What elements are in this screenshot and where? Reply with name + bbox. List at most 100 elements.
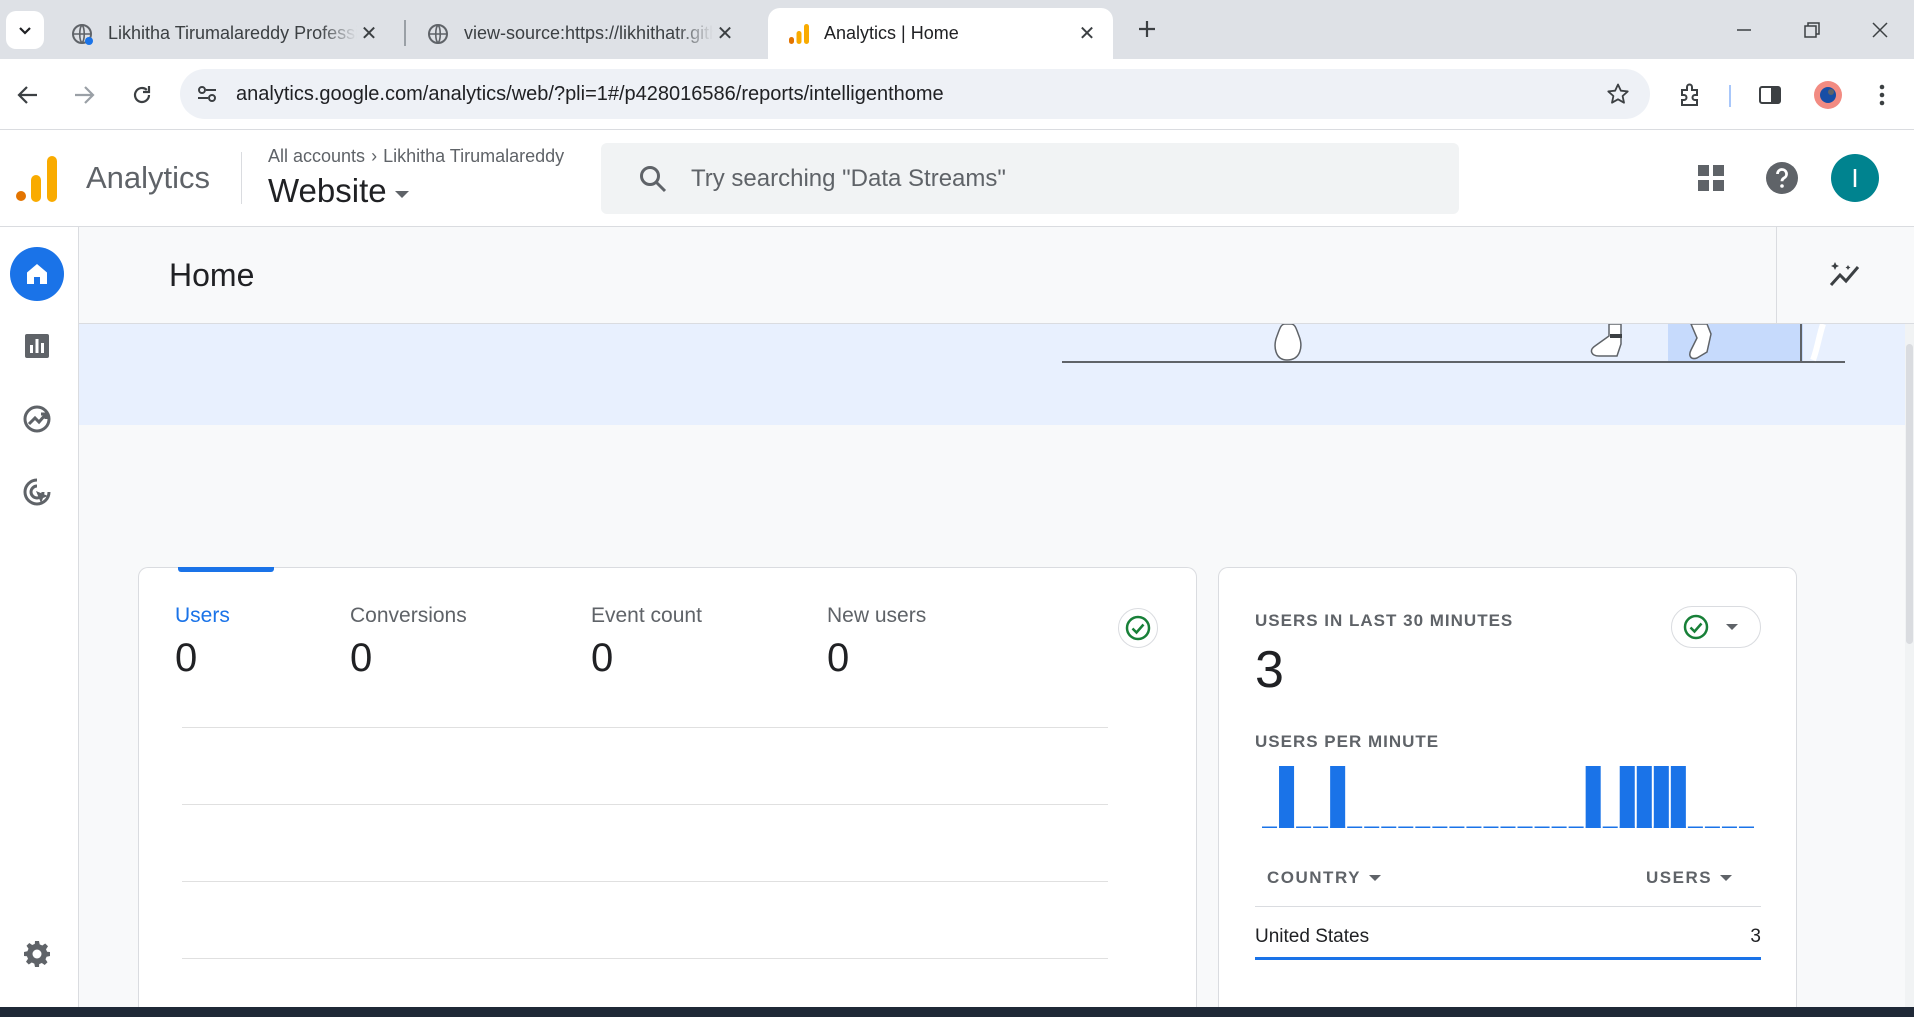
extensions-icon[interactable]: [1670, 75, 1710, 115]
country-column-header[interactable]: COUNTRY: [1267, 868, 1381, 888]
browser-tab-analytics[interactable]: Analytics | Home ✕: [768, 8, 1113, 59]
minute-baseline: [1602, 826, 1618, 828]
metric-label: Users: [175, 604, 230, 627]
metric-value: 0: [350, 636, 373, 680]
close-icon[interactable]: ✕: [1075, 22, 1099, 46]
nav-home[interactable]: [10, 247, 64, 301]
breadcrumb[interactable]: All accounts › Likhitha Tirumalareddy: [268, 146, 564, 167]
minute-bar[interactable]: [1636, 766, 1652, 828]
metric-value: 0: [591, 636, 614, 680]
left-navigation: [0, 227, 79, 1017]
nav-explore[interactable]: [10, 392, 64, 446]
minute-bar[interactable]: [1330, 766, 1346, 828]
tab-search-button[interactable]: [6, 11, 44, 49]
product-name[interactable]: Analytics: [86, 160, 210, 196]
page-header: Home: [79, 227, 1914, 324]
taskbar-strip: [0, 1007, 1914, 1017]
browser-tab-view-source[interactable]: view-source:https://likhithatr.github.io…: [406, 8, 751, 59]
close-icon: [1872, 22, 1888, 38]
check-circle-icon: [1682, 613, 1710, 641]
side-panel-icon[interactable]: [1750, 75, 1790, 115]
search-input[interactable]: [691, 164, 1459, 193]
advertising-icon: [23, 478, 51, 506]
bar-chart-icon: [25, 334, 49, 358]
minute-baseline: [1466, 826, 1482, 828]
metric-label: Conversions: [350, 604, 467, 627]
minute-baseline: [1483, 826, 1499, 828]
page-title: Home: [169, 257, 255, 293]
property-selector[interactable]: Website: [268, 172, 409, 210]
chart-gridline: [182, 958, 1108, 959]
analytics-logo-icon[interactable]: [16, 156, 58, 202]
minute-baseline: [1534, 826, 1550, 828]
breadcrumb-account[interactable]: Likhitha Tirumalareddy: [383, 146, 564, 167]
globe-icon: [72, 23, 93, 45]
profile-avatar-icon[interactable]: [1808, 75, 1848, 115]
scrollbar-thumb[interactable]: [1906, 344, 1913, 644]
site-info-icon[interactable]: [184, 74, 230, 114]
nav-admin[interactable]: [10, 927, 64, 981]
users-column-header[interactable]: USERS: [1646, 868, 1733, 888]
table-row[interactable]: United States 3: [1255, 914, 1761, 960]
metric-tab-new-users[interactable]: New users 0: [827, 604, 926, 681]
restore-button[interactable]: [1792, 10, 1832, 50]
metric-tab-conversions[interactable]: Conversions 0: [350, 604, 467, 681]
realtime-card: USERS IN LAST 30 MINUTES 3 USERS PER MIN…: [1218, 567, 1797, 1017]
minute-baseline: [1449, 826, 1465, 828]
gear-icon: [24, 941, 50, 967]
minute-baseline: [1500, 826, 1516, 828]
country-cell: United States: [1255, 926, 1370, 947]
data-quality-status-button[interactable]: [1118, 608, 1158, 648]
breadcrumb-all-accounts[interactable]: All accounts: [268, 146, 365, 167]
metric-value: 0: [827, 636, 850, 680]
minute-baseline: [1296, 826, 1312, 828]
realtime-status-dropdown[interactable]: [1671, 606, 1761, 648]
apps-grid-icon[interactable]: [1689, 156, 1733, 200]
browser-tab-portfolio[interactable]: Likhitha Tirumalareddy Professional ✕: [50, 8, 395, 59]
more-vert-icon[interactable]: [1862, 75, 1902, 115]
close-window-button[interactable]: [1860, 10, 1900, 50]
nav-reports[interactable]: [10, 319, 64, 373]
minute-baseline: [1415, 826, 1431, 828]
chart-gridline: [182, 727, 1108, 728]
help-icon[interactable]: [1760, 156, 1804, 200]
toolbar-divider: [1729, 85, 1731, 107]
minute-baseline: [1687, 826, 1703, 828]
address-bar[interactable]: analytics.google.com/analytics/web/?pli=…: [180, 69, 1650, 119]
caret-down-icon: [394, 190, 409, 198]
nav-advertising[interactable]: [10, 465, 64, 519]
minute-bar[interactable]: [1670, 766, 1686, 828]
page-scrollbar[interactable]: [1905, 324, 1914, 1007]
restore-icon: [1804, 22, 1820, 38]
users-per-minute-chart[interactable]: [1261, 764, 1755, 828]
metric-tab-event-count[interactable]: Event count 0: [591, 604, 702, 681]
minute-bar[interactable]: [1653, 766, 1669, 828]
close-icon[interactable]: ✕: [713, 22, 737, 46]
minimize-button[interactable]: [1724, 10, 1764, 50]
reload-button[interactable]: [122, 75, 162, 115]
plus-icon: [1139, 21, 1155, 37]
new-tab-button[interactable]: [1132, 14, 1162, 44]
search-box[interactable]: [601, 143, 1459, 214]
minute-bar[interactable]: [1279, 766, 1295, 828]
metric-label: Event count: [591, 604, 702, 627]
analytics-header: Analytics All accounts › Likhitha Tiruma…: [0, 130, 1914, 227]
insights-button[interactable]: [1776, 227, 1914, 323]
back-button[interactable]: [8, 75, 48, 115]
minute-bar[interactable]: [1619, 766, 1635, 828]
minute-bar[interactable]: [1585, 766, 1601, 828]
welcome-banner: [79, 324, 1905, 425]
forward-button[interactable]: [64, 75, 104, 115]
caret-down-icon: [1368, 875, 1381, 881]
metric-tab-users[interactable]: Users 0: [175, 604, 230, 681]
minute-baseline: [1432, 826, 1448, 828]
url-text: analytics.google.com/analytics/web/?pli=…: [236, 82, 944, 105]
analytics-logo-icon: [789, 23, 809, 44]
metric-label: New users: [827, 604, 927, 627]
chart-gridline: [182, 804, 1108, 805]
close-icon[interactable]: ✕: [357, 22, 381, 46]
column-header-label: COUNTRY: [1267, 868, 1361, 887]
minute-baseline: [1738, 826, 1754, 828]
bookmark-star-icon[interactable]: [1598, 74, 1638, 114]
account-avatar[interactable]: I: [1831, 154, 1879, 202]
